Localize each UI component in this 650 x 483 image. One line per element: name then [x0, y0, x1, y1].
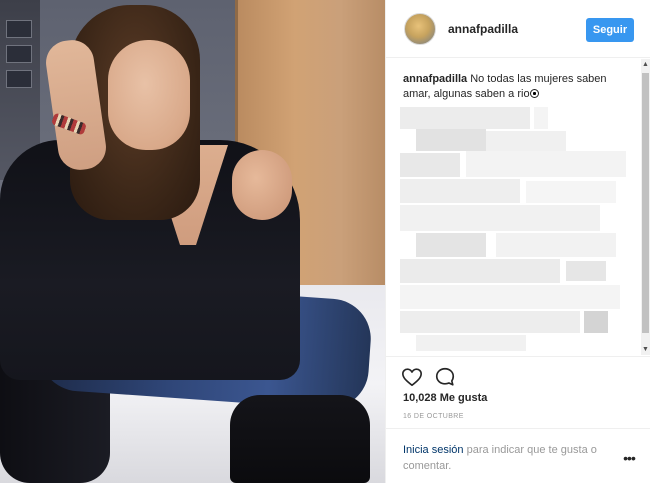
scroll-thumb[interactable] [642, 73, 649, 333]
blur-block [566, 261, 606, 281]
blur-block [486, 131, 566, 153]
login-prompt-text: Inicia sesión para indicar que te gusta … [403, 442, 613, 474]
soccer-ball-emoji [529, 89, 539, 98]
scroll-down-arrow-icon[interactable]: ▼ [641, 345, 650, 354]
comments-scrollbar[interactable]: ▲ ▼ [641, 59, 650, 355]
more-dots-icon[interactable]: ••• [620, 451, 638, 465]
caption-username[interactable]: annafpadilla [403, 73, 467, 85]
comment-icon[interactable] [434, 366, 456, 388]
likes-count[interactable]: 10,028 Me gusta [403, 392, 487, 404]
follow-button[interactable]: Seguir [586, 18, 634, 42]
heart-icon[interactable] [401, 366, 423, 388]
photo-pinned-card [6, 20, 32, 38]
blur-block [400, 107, 530, 129]
blur-block [466, 151, 626, 177]
blur-block [400, 285, 620, 309]
scroll-up-arrow-icon[interactable]: ▲ [641, 60, 650, 69]
photo-pinned-card [6, 70, 32, 88]
blur-block [416, 233, 486, 257]
avatar[interactable] [404, 13, 436, 45]
blur-block [584, 311, 608, 333]
blur-block [416, 129, 486, 151]
blur-block [416, 335, 526, 351]
photo-pinned-card [6, 45, 32, 63]
blur-block [400, 153, 460, 177]
login-link[interactable]: Inicia sesión [403, 444, 464, 456]
blur-block [400, 259, 560, 283]
post-username[interactable]: annafpadilla [448, 22, 518, 36]
photo-face [108, 40, 190, 150]
blur-block [400, 205, 600, 231]
post-date[interactable]: 16 DE OCTUBRE [403, 413, 464, 420]
blur-block [496, 233, 616, 257]
post-header: annafpadilla Seguir [386, 0, 650, 58]
blurred-comments [396, 107, 626, 352]
post-sidebar: annafpadilla Seguir annafpadilla No todas… [385, 0, 650, 483]
blur-block [534, 107, 548, 129]
photo-boot [230, 395, 370, 483]
blur-block [400, 311, 580, 333]
comments-list: annafpadilla No todas las mujeres saben a… [386, 59, 650, 355]
login-prompt: Inicia sesión para indicar que te gusta … [386, 428, 650, 483]
photo-shoulder [232, 150, 292, 220]
blur-block [400, 179, 520, 203]
post-photo[interactable] [0, 0, 385, 483]
blur-block [526, 181, 616, 203]
post-caption: annafpadilla No todas las mujeres saben a… [403, 72, 628, 102]
